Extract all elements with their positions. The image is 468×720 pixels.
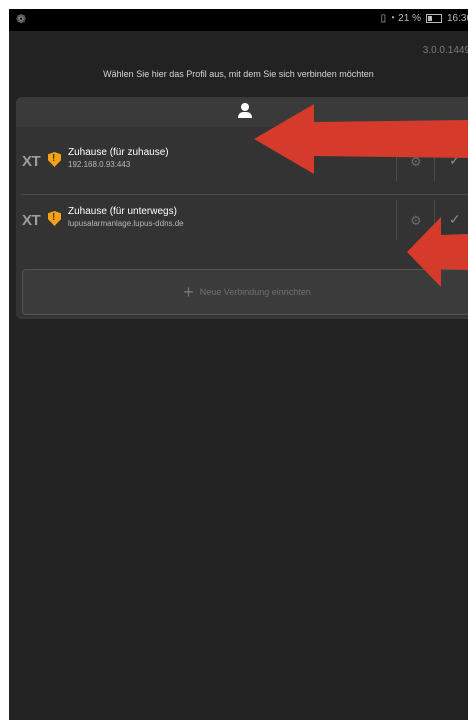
status-indicators: ▯ ◔ 21 % 16:36	[381, 13, 468, 24]
profile-prompt: Wählen Sie hier das Profil aus, mit dem …	[103, 69, 374, 79]
annotation-arrow-icon	[407, 217, 468, 287]
status-bar: ❁ ▯ ◔ 21 % 16:36	[9, 9, 468, 31]
user-icon	[237, 103, 253, 119]
profile-host: 192.168.0.93:443	[68, 160, 131, 169]
app-version: 3.0.0.1449	[422, 45, 468, 56]
annotation-arrow-icon	[254, 104, 468, 174]
wifi-icon: ◔	[389, 13, 396, 24]
plus-icon: +	[183, 282, 194, 302]
xt-logo: XT	[22, 212, 41, 229]
clock: 16:36	[446, 13, 468, 24]
vibrate-icon: ▯	[380, 13, 387, 24]
new-connection-label: Neue Verbindung einrichten	[199, 287, 311, 297]
profile-name: Zuhause (für unterwegs)	[68, 206, 177, 217]
row-divider	[21, 194, 468, 195]
profile-name: Zuhause (für zuhause)	[68, 147, 169, 158]
battery-percent: 21 %	[398, 13, 421, 24]
shield-icon	[48, 152, 61, 167]
profile-host: lupusalarmanlage.lupus-ddns.de	[68, 219, 184, 228]
battery-icon	[425, 14, 442, 23]
shield-icon	[48, 211, 61, 226]
new-connection-button[interactable]: + Neue Verbindung einrichten	[22, 269, 468, 315]
xt-logo: XT	[22, 153, 41, 170]
app-screen: ❁ ▯ ◔ 21 % 16:36 3.0.0.1449 Wählen Sie h…	[9, 9, 468, 720]
profile-row[interactable]: XT Zuhause (für unterwegs) lupusalarmanl…	[16, 200, 468, 248]
usb-icon: ❁	[16, 12, 27, 26]
